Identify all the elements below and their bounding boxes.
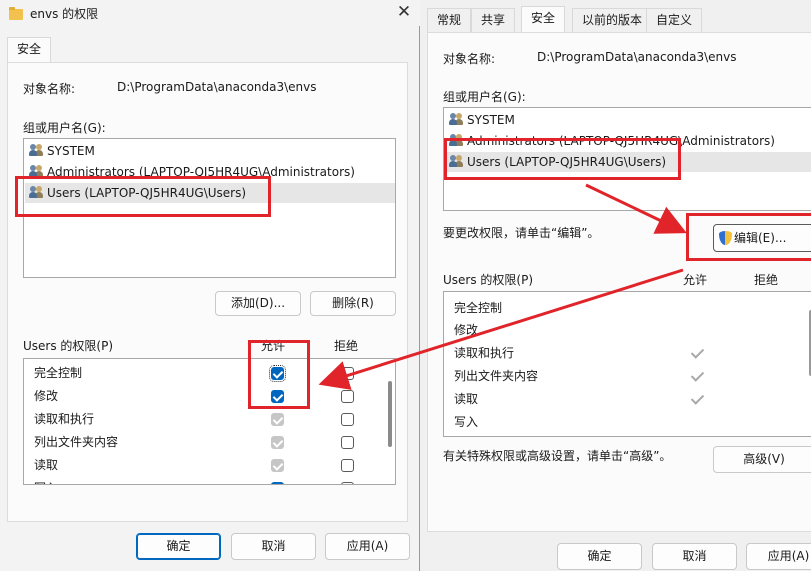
arrow-to-edit-button bbox=[585, 183, 687, 234]
annotation-arrows bbox=[318, 183, 687, 390]
arrow-to-allow-checkboxes bbox=[318, 268, 684, 390]
